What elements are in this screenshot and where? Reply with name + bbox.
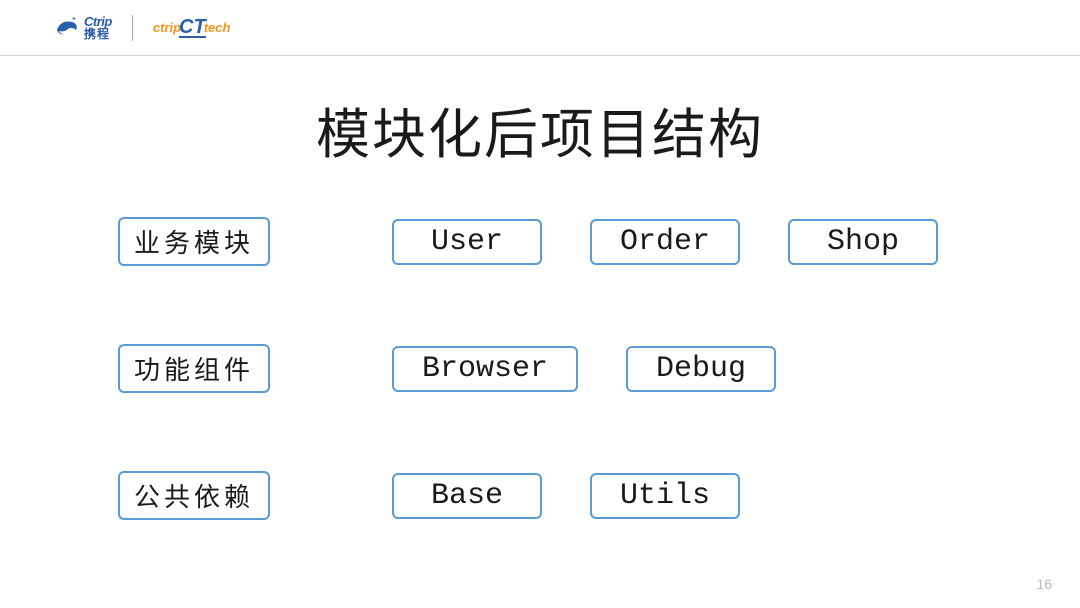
row-boxes-common: Base Utils (392, 473, 740, 519)
row-common-dependencies: 公共依赖 Base Utils (118, 471, 1000, 520)
tech-logo: ctrip CT tech (153, 18, 231, 38)
tech-logo-right: tech (204, 20, 231, 35)
box-base: Base (392, 473, 542, 519)
ctrip-text-bottom: 携程 (84, 28, 112, 40)
row-functional-components: 功能组件 Browser Debug (118, 344, 1000, 393)
tech-logo-left: ctrip (153, 20, 181, 35)
row-boxes-business: User Order Shop (392, 219, 938, 265)
logo-separator (132, 15, 133, 41)
box-order: Order (590, 219, 740, 265)
ctrip-text: Ctrip 携程 (84, 15, 112, 40)
row-boxes-functional: Browser Debug (392, 346, 776, 392)
box-utils: Utils (590, 473, 740, 519)
page-number: 16 (1036, 576, 1052, 592)
diagram-content: 业务模块 User Order Shop 功能组件 Browser Debug … (0, 217, 1080, 520)
header: Ctrip 携程 ctrip CT tech (0, 0, 1080, 56)
row-label-business: 业务模块 (118, 217, 270, 266)
box-browser: Browser (392, 346, 578, 392)
row-label-functional: 功能组件 (118, 344, 270, 393)
page-title: 模块化后项目结构 (0, 90, 1080, 169)
dolphin-icon (54, 14, 82, 42)
box-user: User (392, 219, 542, 265)
ctrip-logo: Ctrip 携程 (54, 14, 112, 42)
tech-logo-mid: CT (179, 18, 206, 38)
box-debug: Debug (626, 346, 776, 392)
row-business-modules: 业务模块 User Order Shop (118, 217, 1000, 266)
row-label-common: 公共依赖 (118, 471, 270, 520)
box-shop: Shop (788, 219, 938, 265)
logo-group: Ctrip 携程 ctrip CT tech (54, 14, 230, 42)
